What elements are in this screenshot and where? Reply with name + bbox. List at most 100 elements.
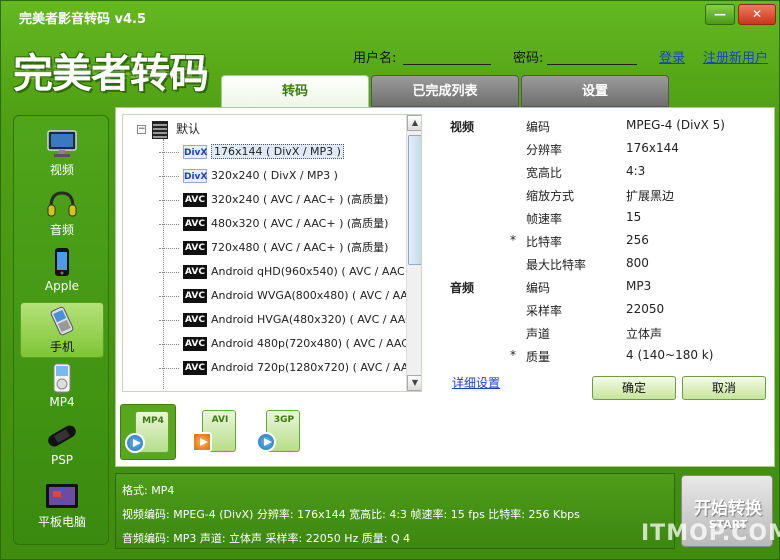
preset-item[interactable]: AVC Android 480p(720x480) ( AVC / AAC+ ) — [159, 333, 422, 355]
video-section-label: 视频 — [450, 120, 475, 134]
info-format: 格式: MP4 — [122, 484, 175, 497]
play-icon — [192, 432, 212, 452]
preset-item[interactable]: DivX 176x144 ( DivX / MP3 ) — [159, 141, 344, 163]
info-video: 视频编码: MPEG-4 (DivX) 分辨率: 176x144 宽高比: 4:… — [122, 508, 580, 521]
required-star: * — [510, 233, 516, 247]
avc-icon: AVC — [183, 217, 207, 231]
preset-tree: − 默认 DivX 176x144 ( DivX / MP3 ) DivX 320x2… — [122, 114, 422, 392]
avc-icon: AVC — [183, 241, 207, 255]
preset-item[interactable]: AVC 320x240 ( AVC / AAC+ ) (高质量) — [159, 189, 388, 211]
password-input[interactable] — [547, 45, 637, 65]
minimize-button[interactable]: — — [705, 4, 735, 25]
audio-section-label: 音频 — [450, 281, 475, 295]
avc-icon: AVC — [183, 337, 207, 351]
preset-item[interactable]: AVC Android 720p(1280x720) ( AVC / AAC+ ) — [159, 357, 422, 379]
sidebar-item-label: 平板电脑 — [37, 515, 86, 529]
logo-reflection: 完美者转码 — [13, 63, 208, 80]
tab-settings[interactable]: 设置 — [521, 75, 669, 107]
film-icon — [152, 120, 168, 139]
preset-item[interactable]: AVC 480x320 ( AVC / AAC+ ) (高质量) — [159, 213, 388, 235]
iphone-icon — [55, 248, 69, 276]
avc-icon: AVC — [183, 313, 207, 327]
samplerate-value[interactable]: 22050 — [626, 302, 664, 316]
preset-label: Android WVGA(800x480) ( AVC / AAC+ ) — [211, 289, 422, 302]
transcode-panel: − 默认 DivX 176x144 ( DivX / MP3 ) DivX 320x2… — [115, 107, 775, 467]
password-label: 密码: — [513, 51, 544, 66]
divx-icon: DivX — [183, 169, 207, 183]
max-bitrate-value[interactable]: 800 — [626, 256, 649, 270]
scroll-down-icon[interactable]: ▼ — [407, 375, 421, 391]
preset-label: Android 720p(1280x720) ( AVC / AAC+ ) — [211, 361, 422, 374]
framerate-value[interactable]: 15 — [626, 210, 641, 224]
aspect-name: 宽高比 — [526, 166, 563, 180]
sidebar-item-label: 音频 — [49, 223, 74, 237]
preset-item[interactable]: DivX 320x240 ( DivX / MP3 ) — [159, 165, 338, 187]
app-window: 完美者影音转码 v4.5 — ✕ 完美者转码 完美者转码 用户名: 密码: 登录… — [0, 0, 780, 560]
close-button[interactable]: ✕ — [738, 4, 776, 25]
video-codec-name: 编码 — [526, 120, 551, 134]
sidebar-item-apple[interactable]: Apple — [20, 244, 104, 300]
preset-item[interactable]: AVC Android qHD(960x540) ( AVC / AAC+ ) — [159, 261, 421, 283]
bitrate-name: 比特率 — [526, 235, 563, 249]
headphones-icon — [47, 191, 77, 217]
sidebar-item-tablet[interactable]: 平板电脑 — [20, 478, 104, 534]
quality-name: 质量 — [526, 350, 551, 364]
login-link[interactable]: 登录 — [659, 47, 685, 66]
cancel-button[interactable]: 取消 — [682, 376, 766, 400]
resolution-name: 分辨率 — [526, 143, 563, 157]
sidebar-item-mobile[interactable]: 手机 — [20, 302, 104, 358]
title-bar: 完美者影音转码 v4.5 — ✕ — [1, 1, 780, 31]
audio-codec-value[interactable]: MP3 — [626, 279, 651, 293]
mobile-phone-icon — [50, 306, 74, 336]
register-link[interactable]: 注册新用户 — [703, 47, 768, 66]
sidebar-item-label: PSP — [50, 453, 74, 467]
format-selector: MP4 AVI 3GP — [116, 400, 774, 466]
device-sidebar: 视频 音频 Apple 手机 MP4 PSP 平板电脑 — [13, 115, 109, 545]
preset-item[interactable]: AVC 720x480 ( AVC / AAC+ ) (高质量) — [159, 237, 388, 259]
mp4-player-icon — [53, 363, 71, 393]
monitor-icon — [47, 130, 77, 157]
username-label: 用户名: — [353, 51, 397, 66]
username-input[interactable] — [403, 45, 491, 65]
scroll-up-icon[interactable]: ▲ — [407, 115, 421, 131]
sidebar-item-mp4[interactable]: MP4 — [20, 360, 104, 416]
preset-label: Android 480p(720x480) ( AVC / AAC+ ) — [211, 337, 422, 350]
sidebar-item-psp[interactable]: PSP — [20, 418, 104, 474]
avc-icon: AVC — [183, 265, 207, 279]
video-codec-value[interactable]: MPEG-4 (DivX 5) — [626, 118, 725, 132]
format-3gp-button[interactable]: 3GP — [252, 404, 308, 460]
samplerate-name: 采样率 — [526, 304, 563, 318]
site-watermark: ITMOP.COM — [641, 521, 780, 546]
format-avi-button[interactable]: AVI — [188, 404, 244, 460]
scroll-thumb[interactable] — [408, 135, 421, 265]
resolution-value[interactable]: 176x144 — [626, 141, 679, 155]
scale-mode-value[interactable]: 扩展黑边 — [626, 187, 674, 204]
ok-button[interactable]: 确定 — [592, 376, 676, 400]
channel-value[interactable]: 立体声 — [626, 325, 662, 342]
framerate-name: 帧速率 — [526, 212, 563, 226]
tree-scrollbar[interactable]: ▲ ▼ — [406, 115, 421, 391]
avc-icon: AVC — [183, 361, 207, 375]
preset-label: 720x480 ( AVC / AAC+ ) (高质量) — [211, 241, 389, 254]
quality-value[interactable]: 4 (140~180 k) — [626, 348, 713, 362]
tree-root[interactable]: − 默认 — [137, 119, 200, 139]
collapse-icon[interactable]: − — [137, 125, 146, 134]
sidebar-item-label: Apple — [44, 279, 80, 293]
format-mp4-button[interactable]: MP4 — [120, 404, 176, 460]
sidebar-item-audio[interactable]: 音频 — [20, 186, 104, 242]
sidebar-item-video[interactable]: 视频 — [20, 126, 104, 182]
sidebar-item-label: MP4 — [49, 395, 75, 409]
preset-label: 320x240 ( DivX / MP3 ) — [211, 169, 338, 182]
tab-completed-list[interactable]: 已完成列表 — [371, 75, 519, 107]
play-icon — [125, 433, 145, 453]
preset-item[interactable]: AVC Android WVGA(800x480) ( AVC / AAC+ ) — [159, 285, 422, 307]
advanced-settings-link[interactable]: 详细设置 — [452, 374, 500, 391]
preset-item[interactable]: AVC Android HVGA(480x320) ( AVC / AAC+ ) — [159, 309, 421, 331]
divx-icon: DivX — [183, 145, 207, 159]
sidebar-item-label: 手机 — [49, 340, 74, 354]
max-bitrate-name: 最大比特率 — [526, 258, 587, 272]
aspect-value[interactable]: 4:3 — [626, 164, 645, 178]
tab-transcode[interactable]: 转码 — [221, 75, 369, 107]
start-label-cn: 开始转换 — [694, 499, 762, 519]
bitrate-value[interactable]: 256 — [626, 233, 649, 247]
